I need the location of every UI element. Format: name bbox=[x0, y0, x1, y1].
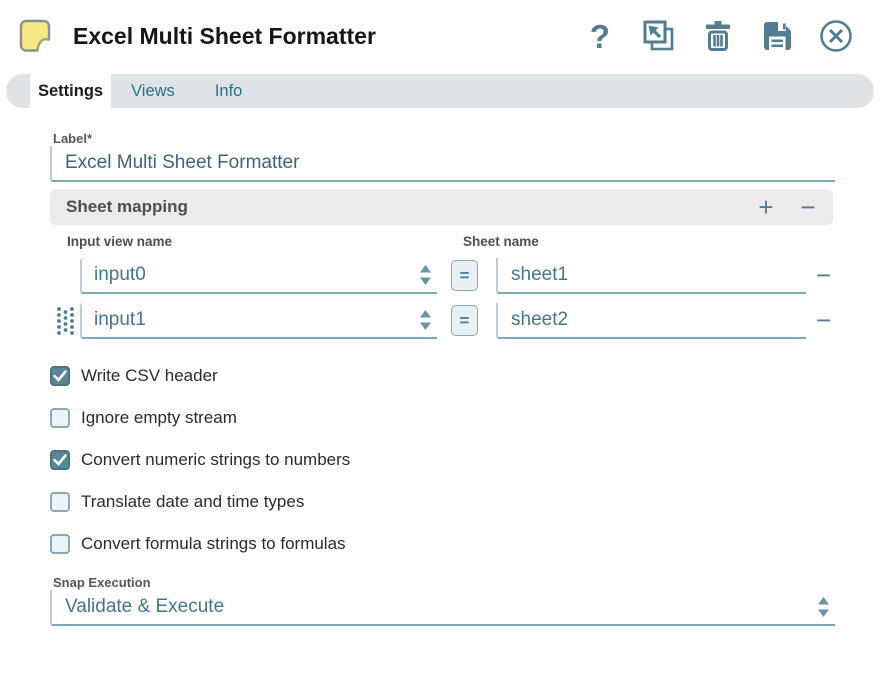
help-icon[interactable]: ? bbox=[582, 17, 618, 55]
save-icon[interactable] bbox=[759, 17, 795, 55]
label-field-input[interactable]: Excel Multi Sheet Formatter bbox=[50, 146, 835, 182]
checkbox-row: Convert numeric strings to numbers bbox=[50, 449, 835, 470]
mapping-row: input1 = sheet2 − bbox=[50, 294, 833, 339]
add-row-button[interactable]: + bbox=[753, 194, 779, 220]
snap-execution-label: Snap Execution bbox=[53, 575, 835, 590]
sheet-mapping-column-headers: Input view name Sheet name bbox=[50, 234, 833, 249]
tab-bar-cap bbox=[6, 74, 30, 108]
settings-panel: Label* Excel Multi Sheet Formatter Sheet… bbox=[0, 108, 880, 626]
input-view-select[interactable]: input1 bbox=[80, 303, 437, 339]
dialog-header: Excel Multi Sheet Formatter ? bbox=[0, 0, 880, 58]
column-header-sheet-name: Sheet name bbox=[463, 234, 539, 249]
equals-button[interactable]: = bbox=[451, 260, 478, 291]
snap-execution-value: Validate & Execute bbox=[65, 596, 224, 618]
checkbox-label: Write CSV header bbox=[81, 366, 218, 386]
checkbox[interactable] bbox=[50, 408, 70, 428]
mapping-row: input0 = sheet1 − bbox=[50, 249, 833, 294]
snap-execution-group: Snap Execution Validate & Execute bbox=[50, 575, 835, 626]
header-actions: ? bbox=[582, 17, 854, 55]
input-view-value: input1 bbox=[94, 309, 146, 331]
tab-bar: Settings Views Info bbox=[6, 74, 874, 108]
checkbox[interactable] bbox=[50, 366, 70, 386]
checkbox-label: Ignore empty stream bbox=[81, 408, 237, 428]
checkbox[interactable] bbox=[50, 534, 70, 554]
checkbox-label: Convert numeric strings to numbers bbox=[81, 450, 350, 470]
tab-settings[interactable]: Settings bbox=[30, 74, 111, 108]
dialog-title: Excel Multi Sheet Formatter bbox=[73, 23, 376, 50]
checkbox-label: Translate date and time types bbox=[81, 492, 304, 512]
input-view-value: input0 bbox=[94, 264, 146, 286]
popout-icon[interactable] bbox=[641, 17, 677, 55]
delete-icon[interactable] bbox=[700, 17, 736, 55]
sheet-name-input[interactable]: sheet2 bbox=[496, 303, 806, 339]
sheet-mapping-header: Sheet mapping + − bbox=[50, 189, 833, 225]
checkbox-row: Translate date and time types bbox=[50, 491, 835, 512]
checkbox[interactable] bbox=[50, 450, 70, 470]
delete-mapping-row-icon[interactable]: − bbox=[816, 307, 831, 333]
equals-button[interactable]: = bbox=[451, 305, 478, 336]
sticky-note-icon bbox=[14, 15, 56, 57]
remove-row-button[interactable]: − bbox=[795, 194, 821, 220]
checkbox-row: Convert formula strings to formulas bbox=[50, 533, 835, 554]
spinner-icon[interactable] bbox=[420, 310, 431, 330]
checkbox-row: Ignore empty stream bbox=[50, 407, 835, 428]
tab-views[interactable]: Views bbox=[111, 74, 195, 108]
options-list: Write CSV header Ignore empty stream Con… bbox=[50, 365, 835, 554]
drag-handle-icon[interactable] bbox=[50, 303, 80, 339]
label-field-label: Label* bbox=[53, 131, 835, 146]
spinner-icon[interactable] bbox=[420, 265, 431, 285]
sheet-name-input[interactable]: sheet1 bbox=[496, 258, 806, 294]
sheet-mapping-title: Sheet mapping bbox=[66, 197, 188, 217]
column-header-input-view: Input view name bbox=[67, 234, 463, 249]
sheet-mapping-section: Sheet mapping + − Input view name Sheet … bbox=[50, 189, 833, 339]
tab-info[interactable]: Info bbox=[195, 74, 263, 108]
input-view-select[interactable]: input0 bbox=[80, 258, 437, 294]
checkbox-row: Write CSV header bbox=[50, 365, 835, 386]
snap-execution-select[interactable]: Validate & Execute bbox=[50, 590, 835, 626]
close-icon[interactable] bbox=[818, 17, 854, 55]
checkbox-label: Convert formula strings to formulas bbox=[81, 534, 346, 554]
delete-mapping-row-icon[interactable]: − bbox=[816, 262, 831, 288]
checkbox[interactable] bbox=[50, 492, 70, 512]
spinner-icon[interactable] bbox=[818, 597, 829, 617]
